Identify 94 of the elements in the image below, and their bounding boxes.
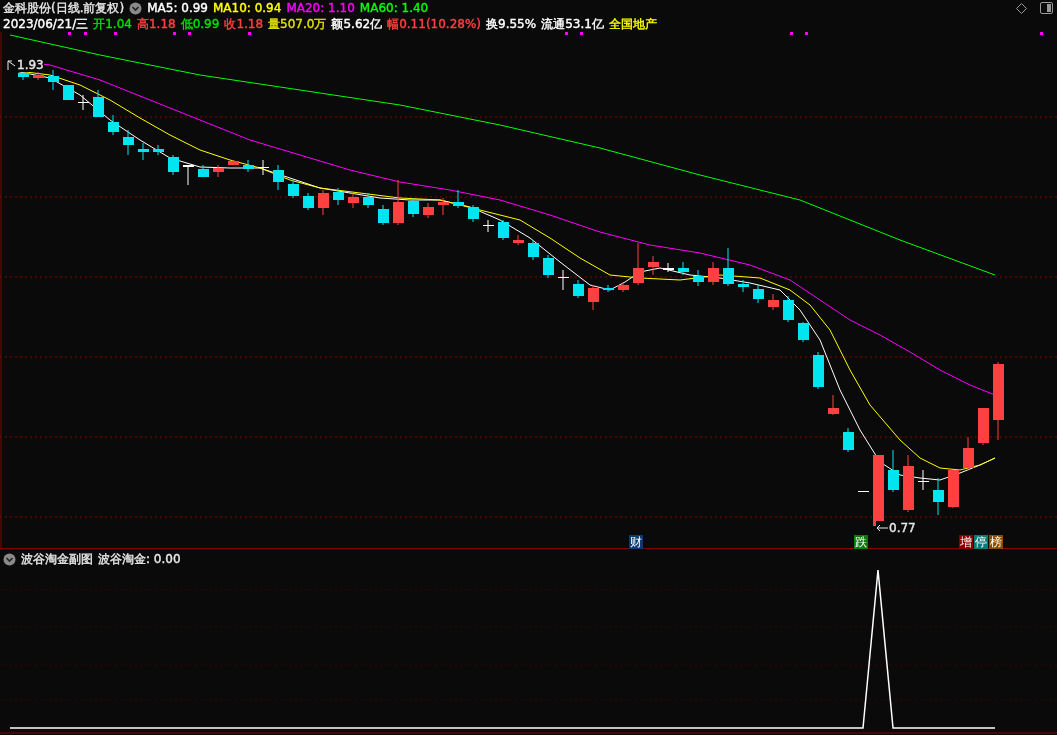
candlestick (843, 427, 854, 453)
event-tag[interactable]: 增 (959, 535, 973, 549)
candlestick (333, 187, 344, 206)
candlestick (123, 129, 134, 156)
candlestick (378, 204, 389, 226)
candlestick (888, 449, 899, 493)
candlestick (588, 284, 599, 311)
candlestick (468, 204, 479, 223)
candlestick (33, 69, 44, 81)
ma-value: MA20: 1.10 (286, 1, 355, 15)
candlestick (168, 154, 179, 176)
high-price-label: 1.93 (17, 58, 44, 72)
candlestick (963, 436, 974, 471)
indicator-reading: 波谷淘金: 0.00 (98, 550, 181, 568)
candlestick (243, 159, 254, 173)
candlestick (693, 269, 704, 287)
low-price-label: 0.77 (889, 521, 916, 535)
candlestick (138, 142, 149, 161)
diamond-icon[interactable] (1016, 2, 1027, 14)
ma-value: MA60: 1.40 (359, 1, 429, 15)
quote-field: 2023/06/21/三 (3, 15, 89, 33)
candlestick (513, 234, 524, 246)
candlestick (153, 144, 164, 156)
candlestick (558, 269, 569, 291)
candlestick (903, 454, 914, 513)
candlestick (288, 179, 299, 199)
panel-toggle-icon[interactable] (1040, 2, 1053, 14)
candlestick (918, 469, 929, 491)
quote-field: 低0.99 (180, 15, 220, 33)
candlestick (768, 293, 779, 311)
candlestick (63, 84, 74, 101)
candlestick (318, 189, 329, 216)
candlestick (528, 239, 539, 261)
candlestick (198, 164, 209, 178)
quote-field: 高1.18 (136, 15, 176, 33)
candlestick (258, 159, 269, 176)
event-tag[interactable]: 财 (629, 535, 643, 549)
candlestick (738, 279, 749, 293)
candlestick (453, 189, 464, 209)
candlestick (273, 164, 284, 191)
candlestick (408, 197, 419, 218)
candlestick (498, 219, 509, 241)
candlestick (573, 279, 584, 299)
quote-field: 全国地产 (608, 15, 657, 33)
candlestick (48, 69, 59, 91)
candlestick (348, 192, 359, 209)
quote-field: 流通53.1亿 (541, 15, 604, 33)
candlestick (618, 282, 629, 293)
candlestick (648, 255, 659, 276)
candlestick (438, 197, 449, 216)
quote-field: 量507.0万 (268, 15, 327, 33)
candlestick (303, 192, 314, 211)
candlestick (828, 394, 839, 416)
quote-field: 换9.55% (486, 15, 537, 33)
dropdown-icon[interactable] (129, 1, 143, 15)
candlestick (708, 261, 719, 286)
candlestick (678, 261, 689, 276)
arrow-icon (876, 524, 888, 532)
candlestick (183, 164, 194, 186)
arrow-icon (7, 60, 16, 70)
quote-field: 收1.18 (224, 15, 264, 33)
candlestick (228, 159, 239, 166)
candlestick (858, 490, 869, 493)
candlestick (93, 89, 104, 118)
candlestick (753, 284, 764, 304)
candlestick (363, 192, 374, 209)
candlestick (483, 219, 494, 233)
candlestick (948, 469, 959, 509)
ma-value: MA10: 0.94 (212, 1, 282, 15)
candlestick (798, 321, 809, 343)
candlestick (978, 407, 989, 446)
candlestick (603, 284, 614, 293)
indicator-name: 波谷淘金副图 (21, 550, 93, 568)
candlestick (423, 202, 434, 219)
event-tag[interactable]: 停 (974, 535, 988, 549)
event-tag[interactable]: 榜 (989, 535, 1003, 549)
event-tag[interactable]: 跌 (854, 535, 868, 549)
candlestick (633, 242, 644, 286)
candlestick (543, 254, 554, 279)
candlestick (933, 477, 944, 516)
candlestick (783, 295, 794, 323)
candlestick (213, 164, 224, 178)
dropdown-icon[interactable] (3, 552, 16, 566)
quote-field: 额5.62亿 (331, 15, 383, 33)
candlestick (78, 94, 89, 111)
quote-field: 幅0.11(10.28%) (387, 15, 481, 33)
candlestick (108, 114, 119, 136)
candlestick (393, 179, 404, 226)
candlestick (723, 247, 734, 287)
candlestick (813, 351, 824, 390)
quote-field: 开1.04 (93, 15, 132, 33)
stock-title: 金科股份(日线.前复权) (3, 0, 125, 17)
ma-value: MA5: 0.99 (147, 1, 208, 15)
candlestick (663, 262, 674, 273)
